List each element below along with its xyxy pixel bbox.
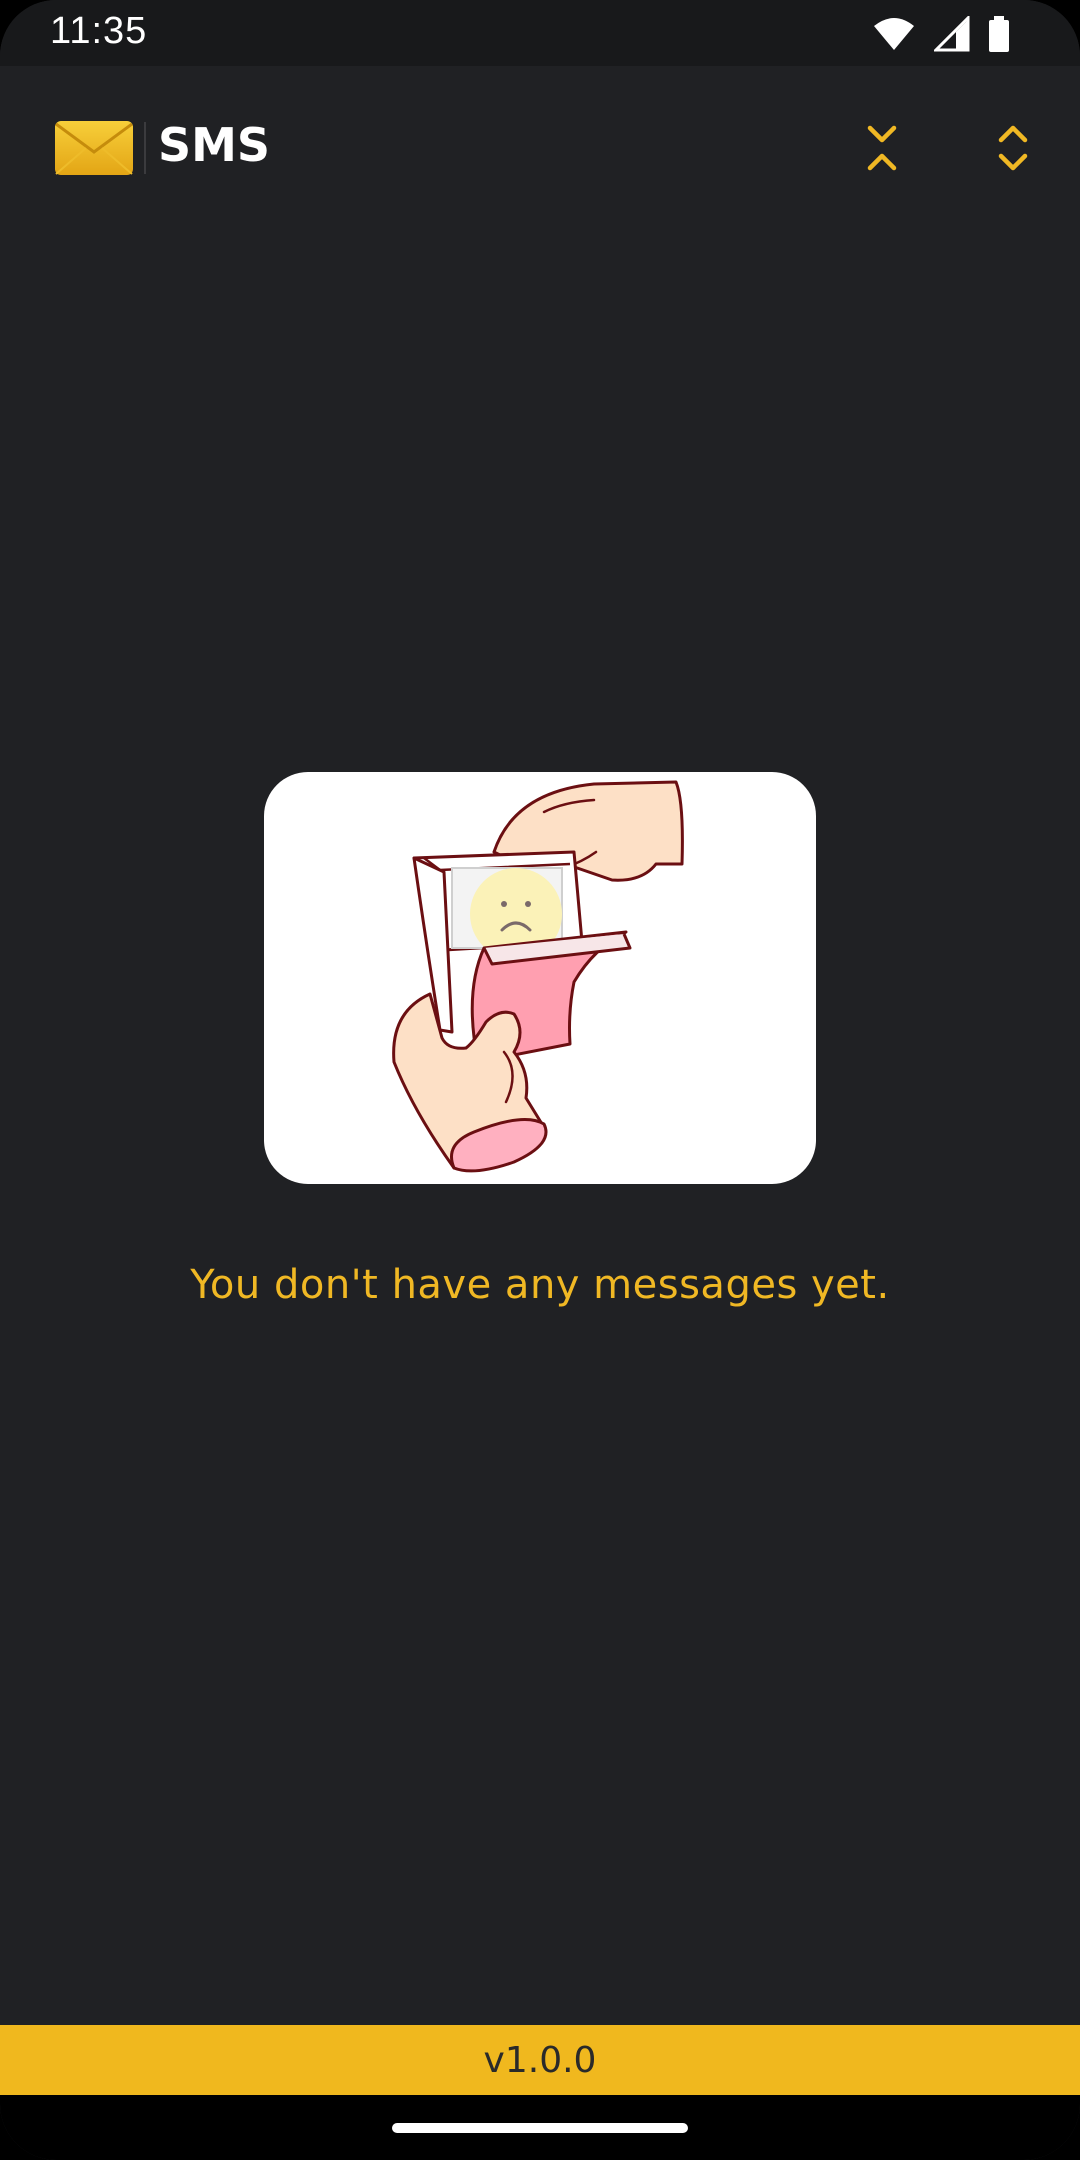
envelope-icon [55,121,133,175]
expand-all-button[interactable] [975,110,1051,186]
status-bar: 11:35 [0,0,1080,66]
app-title: SMS [158,118,271,172]
expand-all-icon [998,125,1028,171]
collapse-all-icon [867,125,897,171]
gesture-nav-area [0,2095,1080,2160]
empty-state-message: You don't have any messages yet. [190,1262,890,1308]
version-label: v1.0.0 [483,2039,597,2081]
home-indicator[interactable] [392,2123,688,2133]
logo-divider [144,122,146,174]
cell-signal-icon [934,16,970,52]
app-screen: 11:35 SMS You don't have any messages ye… [0,0,1080,2160]
version-bar: v1.0.0 [0,2025,1080,2095]
status-icons [872,14,1010,54]
wifi-icon [874,18,914,50]
app-header: SMS [0,66,1080,226]
status-time: 11:35 [50,10,148,52]
empty-envelope-sad-face-illustration [392,780,684,1173]
empty-state-card [264,772,816,1184]
battery-icon [989,16,1009,52]
collapse-all-button[interactable] [844,110,920,186]
